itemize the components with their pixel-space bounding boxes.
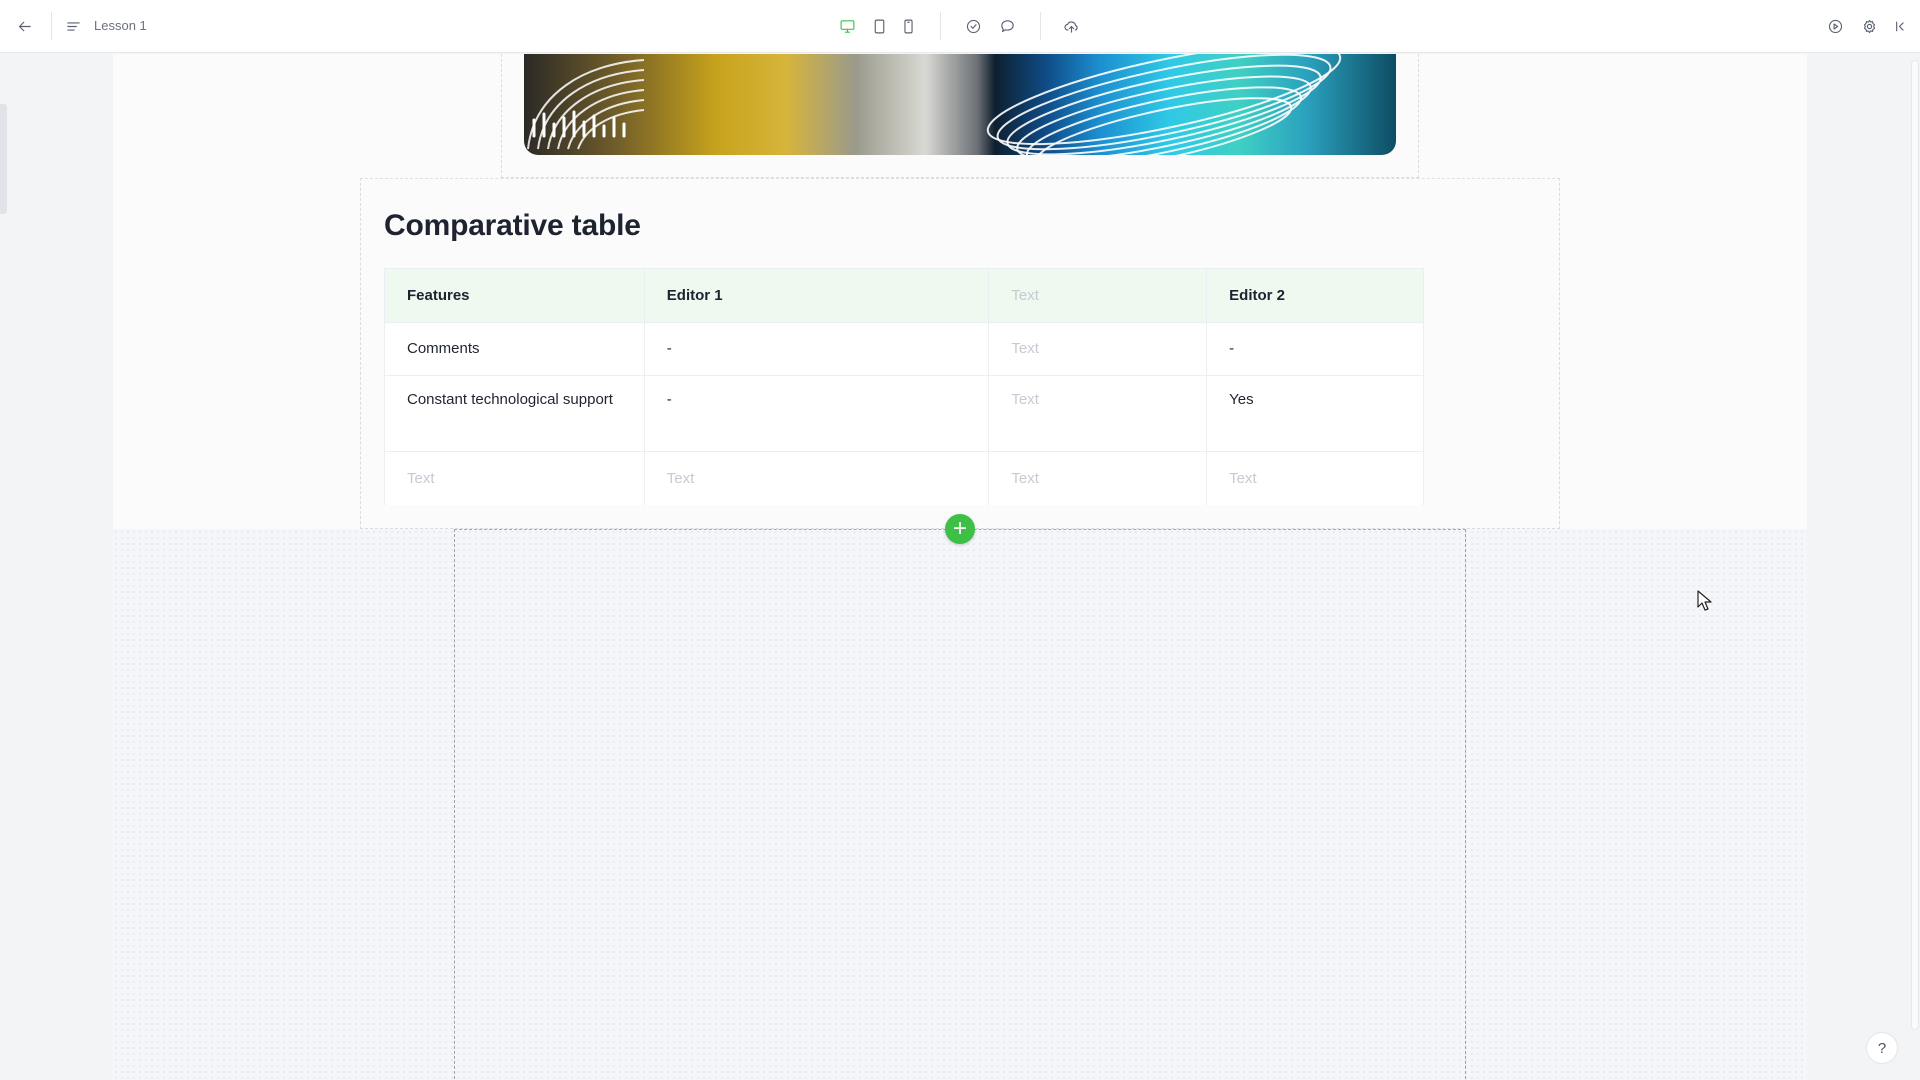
play-circle-icon xyxy=(1828,19,1842,33)
desktop-view-button[interactable] xyxy=(834,13,860,39)
check-circle-icon xyxy=(966,19,980,33)
cloud-upload-icon xyxy=(1063,20,1078,33)
toolbar-divider xyxy=(940,12,941,40)
table-cell[interactable]: Constant technological support xyxy=(384,375,645,452)
preview-button[interactable] xyxy=(1822,13,1848,39)
help-button[interactable]: ? xyxy=(1866,1032,1898,1064)
header-cell[interactable]: Editor 1 xyxy=(643,268,990,323)
arrow-left-icon xyxy=(18,21,31,31)
table-cell-placeholder[interactable]: Text xyxy=(1206,451,1424,505)
lesson-title[interactable]: Lesson 1 xyxy=(94,18,147,33)
table-cell-placeholder[interactable]: Text xyxy=(643,451,990,505)
tablet-icon xyxy=(874,19,884,33)
table-cell-placeholder[interactable]: Text xyxy=(988,322,1208,376)
top-toolbar: Lesson 1 xyxy=(0,0,1920,53)
toolbar-divider xyxy=(51,12,52,40)
comparative-table[interactable]: Features Editor 1 Text Editor 2 Comments… xyxy=(384,268,1424,505)
header-cell-placeholder[interactable]: Text xyxy=(988,268,1208,323)
table-cell[interactable]: Comments xyxy=(384,322,645,376)
left-gutter xyxy=(0,54,113,1080)
mobile-view-button[interactable] xyxy=(895,13,921,39)
outline-menu-button[interactable] xyxy=(60,13,86,39)
empty-section-drop-zone[interactable] xyxy=(454,529,1466,1080)
right-gutter xyxy=(1807,54,1920,1080)
settings-button[interactable] xyxy=(1856,13,1882,39)
back-button[interactable] xyxy=(11,13,37,39)
toolbar-divider xyxy=(1040,12,1041,40)
table-cell-placeholder[interactable]: Text xyxy=(384,451,645,505)
table-cell-placeholder[interactable]: Text xyxy=(988,375,1208,452)
table-cell[interactable]: - xyxy=(643,322,990,376)
publish-button[interactable] xyxy=(1058,13,1084,39)
mouse-cursor-icon xyxy=(1697,590,1712,611)
table-row: Text Text Text Text xyxy=(384,451,1424,505)
check-button[interactable] xyxy=(960,13,986,39)
right-scrollbar[interactable] xyxy=(1911,60,1919,1030)
table-row: Comments - Text - xyxy=(384,322,1424,376)
comments-button[interactable] xyxy=(994,13,1020,39)
desktop-icon xyxy=(840,19,854,33)
table-cell[interactable]: - xyxy=(643,375,990,452)
mobile-icon xyxy=(903,19,913,33)
left-scrollbar[interactable] xyxy=(0,104,7,214)
header-cell[interactable]: Editor 2 xyxy=(1206,268,1424,323)
table-row: Constant technological support - Text Ye… xyxy=(384,375,1424,452)
table-cell-placeholder[interactable]: Text xyxy=(988,451,1208,505)
table-cell[interactable]: - xyxy=(1206,322,1424,376)
table-header-row: Features Editor 1 Text Editor 2 xyxy=(384,268,1424,323)
hero-image-artwork xyxy=(527,54,1342,155)
header-cell[interactable]: Features xyxy=(384,268,645,323)
comment-bubble-icon xyxy=(1000,19,1014,32)
collapse-left-icon xyxy=(1895,21,1904,31)
tablet-view-button[interactable] xyxy=(866,13,892,39)
collapse-panel-button[interactable] xyxy=(1886,13,1912,39)
table-title[interactable]: Comparative table xyxy=(384,209,641,243)
hero-image[interactable] xyxy=(524,54,1396,155)
add-block-button[interactable]: + xyxy=(945,514,975,544)
plus-icon: + xyxy=(952,515,967,542)
help-label: ? xyxy=(1877,1039,1887,1057)
table-cell[interactable]: Yes xyxy=(1206,375,1424,452)
outline-menu-icon xyxy=(66,21,80,31)
gear-icon xyxy=(1863,19,1875,33)
